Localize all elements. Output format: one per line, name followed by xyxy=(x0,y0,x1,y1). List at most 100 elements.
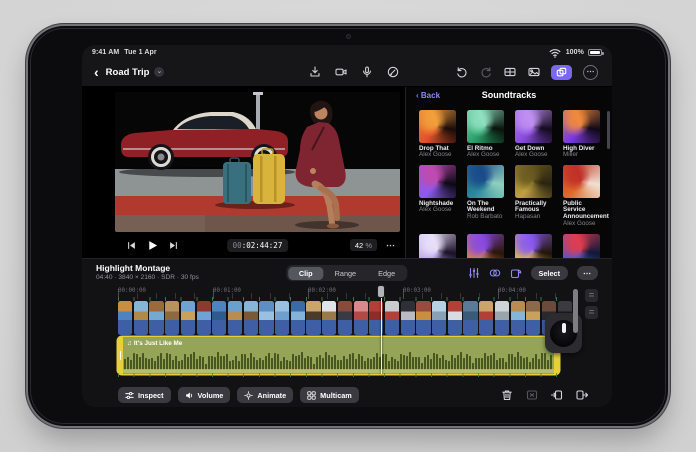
segment-edge[interactable]: Edge xyxy=(367,267,406,280)
connect-clips-icon[interactable] xyxy=(489,267,501,279)
timecode-display[interactable]: 00:02:44:27 xyxy=(227,239,289,252)
next-frame-button[interactable] xyxy=(169,241,178,250)
inspect-button[interactable]: Inspect xyxy=(118,387,171,403)
multicam-button[interactable]: Multicam xyxy=(300,387,359,403)
video-clip[interactable] xyxy=(495,301,509,335)
more-options-icon[interactable]: ⋯ xyxy=(583,65,598,80)
album-art[interactable] xyxy=(563,165,600,198)
soundtrack-item[interactable]: Drop ThatAlex Goose xyxy=(419,110,456,159)
album-art[interactable] xyxy=(419,234,456,258)
camera-icon[interactable] xyxy=(334,66,347,79)
album-art[interactable] xyxy=(563,110,600,143)
album-art[interactable] xyxy=(467,165,504,198)
soundtrack-item[interactable]: Switch It UpAlex Goose xyxy=(515,234,552,258)
volume-button[interactable]: Volume xyxy=(178,387,231,403)
video-clip[interactable] xyxy=(354,301,368,335)
select-button[interactable]: Select xyxy=(531,266,569,280)
viewer-layout-icon[interactable] xyxy=(503,66,516,79)
delete-icon[interactable] xyxy=(501,389,513,401)
album-art[interactable] xyxy=(467,234,504,258)
album-art[interactable] xyxy=(563,234,600,258)
video-clip[interactable] xyxy=(322,301,336,335)
album-art[interactable] xyxy=(515,234,552,258)
append-clip-icon[interactable] xyxy=(576,389,588,401)
timeline-zoom-button-bottom[interactable] xyxy=(585,306,598,319)
ruler-timestamp: 00:03:00 xyxy=(403,288,431,294)
pencil-tools-icon[interactable] xyxy=(386,66,399,79)
segment-range[interactable]: Range xyxy=(324,267,368,280)
video-clip[interactable] xyxy=(416,301,430,335)
timeline-section: Highlight Montage 04:40 · 3840 × 2160 · … xyxy=(82,258,612,407)
soundtrack-item[interactable]: Run It OutAlex Goose xyxy=(467,234,504,258)
microphone-icon[interactable] xyxy=(360,66,373,79)
timeline-scrollbar[interactable] xyxy=(573,289,578,333)
soundtrack-artist: Miller xyxy=(563,152,600,159)
viewer-zoom-control[interactable]: 42 % xyxy=(350,239,377,251)
video-clip[interactable] xyxy=(228,301,242,335)
video-clip[interactable] xyxy=(134,301,148,335)
insert-clip-icon[interactable] xyxy=(551,389,563,401)
soundtrack-artist: Alex Goose xyxy=(467,152,504,159)
paste-timing-icon[interactable] xyxy=(510,267,522,279)
browser-toggle-button-active[interactable] xyxy=(551,65,572,80)
animate-button[interactable]: Animate xyxy=(237,387,293,403)
video-clip[interactable] xyxy=(275,301,289,335)
album-art[interactable] xyxy=(515,110,552,143)
video-clip[interactable] xyxy=(526,301,540,335)
video-clip[interactable] xyxy=(244,301,258,335)
audio-clip-selected[interactable]: ♫It's Just Like Me xyxy=(118,337,559,374)
video-clip[interactable] xyxy=(118,301,132,335)
import-icon[interactable] xyxy=(308,66,321,79)
previous-frame-button[interactable] xyxy=(127,241,136,250)
soundtrack-item[interactable]: On The WeekendRob Barbato xyxy=(467,165,504,228)
video-clip[interactable] xyxy=(385,301,399,335)
back-chevron-icon[interactable]: ‹ xyxy=(94,65,99,79)
soundtrack-item[interactable]: High DiverMiller xyxy=(563,110,600,159)
video-clip[interactable] xyxy=(149,301,163,335)
video-clip[interactable] xyxy=(181,301,195,335)
redo-icon[interactable] xyxy=(479,66,492,79)
video-clip[interactable] xyxy=(448,301,462,335)
album-art[interactable] xyxy=(467,110,504,143)
audio-waveform xyxy=(124,348,553,370)
album-art[interactable] xyxy=(419,110,456,143)
soundtrack-item[interactable]: El RitmoAlex Goose xyxy=(467,110,504,159)
browser-back-button[interactable]: ‹ Back xyxy=(416,91,440,100)
timeline-index-icon[interactable] xyxy=(468,267,480,279)
ipad-device-frame: 9:41 AM Tue 1 Apr 100% ‹ Road Trip ⌄ xyxy=(28,26,668,426)
video-track[interactable] xyxy=(118,301,572,335)
album-art[interactable] xyxy=(515,165,552,198)
video-clip[interactable] xyxy=(463,301,477,335)
video-clip[interactable] xyxy=(197,301,211,335)
video-clip[interactable] xyxy=(432,301,446,335)
playhead-handle[interactable] xyxy=(377,285,385,298)
video-clip[interactable] xyxy=(306,301,320,335)
play-button[interactable] xyxy=(147,240,158,251)
timeline-more-button[interactable]: ⋯ xyxy=(577,266,598,280)
undo-icon[interactable] xyxy=(455,66,468,79)
video-clip[interactable] xyxy=(401,301,415,335)
soundtrack-item[interactable]: Practically FamousHapasan xyxy=(515,165,552,228)
video-clip[interactable] xyxy=(479,301,493,335)
video-clip[interactable] xyxy=(338,301,352,335)
trim-handle-left[interactable] xyxy=(118,337,123,374)
album-art[interactable] xyxy=(419,165,456,198)
browser-scrollbar[interactable] xyxy=(607,111,610,149)
playhead-line xyxy=(381,286,382,374)
soundtrack-item[interactable]: Get DownAlex Goose xyxy=(515,110,552,159)
soundtrack-item[interactable]: PushValencia xyxy=(419,234,456,258)
viewer-more-icon[interactable]: ⋯ xyxy=(386,240,396,251)
video-clip[interactable] xyxy=(165,301,179,335)
project-menu-badge[interactable]: ⌄ xyxy=(154,67,164,77)
video-clip[interactable] xyxy=(511,301,525,335)
soundtrack-item[interactable]: Public Service AnnouncementAlex Goose xyxy=(563,165,600,228)
video-clip[interactable] xyxy=(259,301,273,335)
media-photo-icon[interactable] xyxy=(527,66,540,79)
video-clip[interactable] xyxy=(291,301,305,335)
soundtrack-grid: Drop ThatAlex Goose El RitmoAlex Goose Get… xyxy=(406,105,612,258)
soundtrack-item[interactable]: NightshadeAlex Goose xyxy=(419,165,456,228)
segment-clip[interactable]: Clip xyxy=(288,267,324,280)
video-clip[interactable] xyxy=(212,301,226,335)
soundtrack-item[interactable]: Wow!Alex Goose xyxy=(563,234,600,258)
timeline-zoom-button-top[interactable] xyxy=(585,289,598,302)
